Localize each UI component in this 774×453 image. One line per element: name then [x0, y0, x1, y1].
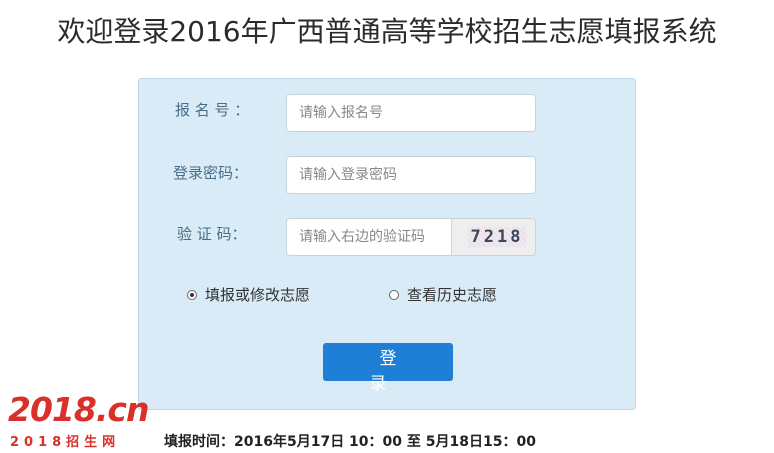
radio-view-history[interactable]: 查看历史志愿: [389, 284, 497, 305]
watermark-sub-text: 2018招生网: [10, 435, 121, 450]
watermark-logo: 2018.cn 2018招生网: [8, 390, 158, 450]
password-input[interactable]: [286, 156, 536, 194]
reg-no-label: 报 名 号 ：: [175, 101, 250, 119]
radio-fill-label: 填报或修改志愿: [205, 286, 311, 304]
captcha-label: 验 证 码：: [177, 225, 247, 243]
radio-fill-or-modify[interactable]: 填报或修改志愿: [187, 284, 310, 305]
watermark-main-text: 2018.cn: [8, 390, 149, 429]
fill-schedule: 填报时间：2016年5月17日 10：00 至 5月18日15：00: [164, 434, 536, 450]
login-panel: 报 名 号 ： 登录密码： 验 证 码： 7218 填报或修改志愿 查看历史志愿…: [138, 78, 636, 410]
captcha-input[interactable]: [287, 219, 451, 255]
radio-checked-icon[interactable]: [187, 289, 197, 300]
radio-history-label: 查看历史志愿: [407, 286, 498, 304]
captcha-group: 7218: [286, 218, 536, 256]
login-button[interactable]: 登 录: [323, 343, 453, 394]
captcha-image-box[interactable]: 7218: [451, 219, 535, 255]
radio-unchecked-icon[interactable]: [389, 289, 399, 300]
reg-no-input[interactable]: [286, 94, 536, 132]
page-title: 欢迎登录2016年广西普通高等学校招生志愿填报系统: [57, 15, 717, 48]
captcha-image[interactable]: 7218: [468, 227, 526, 247]
password-label: 登录密码：: [173, 164, 249, 182]
